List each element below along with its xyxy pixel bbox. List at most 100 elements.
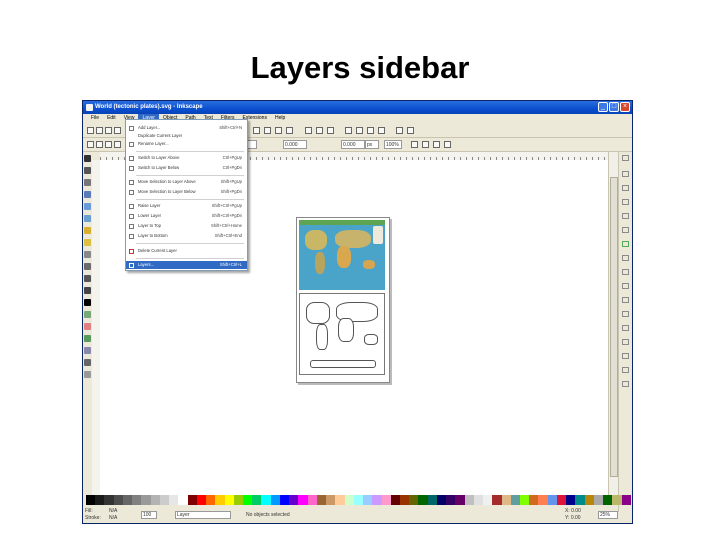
snap-bbox-center-icon[interactable] — [622, 227, 629, 233]
menu-item-switch-layer-below[interactable]: Switch to Layer Below Ctrl+PgDn — [126, 164, 247, 172]
paint-bucket-tool-icon[interactable] — [84, 335, 91, 342]
palette-swatch[interactable] — [159, 495, 170, 505]
align-icon[interactable] — [378, 127, 385, 134]
palette-swatch[interactable] — [473, 495, 484, 505]
menu-item-raise-layer[interactable]: Raise Layer Shift+Ctrl+PgUp — [126, 202, 247, 210]
preferences-icon[interactable] — [396, 127, 403, 134]
snap-toggle-icon[interactable] — [622, 155, 629, 161]
palette-swatch[interactable] — [372, 495, 382, 505]
width-input[interactable]: 0.000 — [341, 140, 365, 149]
palette-swatch[interactable] — [215, 495, 225, 505]
clone-icon[interactable] — [316, 127, 323, 134]
palette-swatch[interactable] — [483, 495, 493, 505]
gradient-tool-icon[interactable] — [84, 347, 91, 354]
palette-swatch[interactable] — [233, 495, 243, 505]
menu-item-duplicate-layer[interactable]: Duplicate Current Layer — [126, 132, 247, 140]
document-properties-icon[interactable] — [407, 127, 414, 134]
menu-item-layer-to-top[interactable]: Layer to Top Shift+Ctrl+Home — [126, 222, 247, 230]
zoom-selection-icon[interactable] — [253, 127, 260, 134]
select-all-layers-icon[interactable] — [96, 141, 103, 148]
selector-tool-icon[interactable] — [84, 155, 91, 162]
maximize-button[interactable]: □ — [609, 102, 619, 112]
spiral-tool-icon[interactable] — [84, 251, 91, 258]
snap-bbox-corner-icon[interactable] — [622, 199, 629, 205]
snap-path-icon[interactable] — [622, 255, 629, 261]
menu-item-lower-layer[interactable]: Lower Layer Shift+Ctrl+PgDn — [126, 212, 247, 220]
snap-cusp-icon[interactable] — [622, 283, 629, 289]
fill-stroke-icon[interactable] — [345, 127, 352, 134]
zoom-field[interactable]: 25% — [598, 511, 618, 519]
palette-swatch[interactable] — [418, 495, 428, 505]
zoom-page-icon[interactable] — [275, 127, 282, 134]
palette-swatch[interactable] — [122, 495, 133, 505]
palette-swatch[interactable] — [242, 495, 253, 505]
menu-file[interactable]: File — [87, 114, 103, 123]
zoom-input[interactable]: 100% — [384, 140, 402, 149]
node-tool-icon[interactable] — [84, 167, 91, 174]
palette-swatch[interactable] — [335, 495, 345, 505]
snap-intersection-icon[interactable] — [622, 269, 629, 275]
snap-bbox-edge-icon[interactable] — [622, 185, 629, 191]
calligraphy-tool-icon[interactable] — [84, 287, 91, 294]
save-icon[interactable] — [105, 127, 112, 134]
zoom-drawing-icon[interactable] — [264, 127, 271, 134]
palette-swatch[interactable] — [575, 495, 585, 505]
pencil-tool-icon[interactable] — [84, 263, 91, 270]
menu-item-rename-layer[interactable]: Rename Layer... — [126, 140, 247, 148]
snap-page-border-icon[interactable] — [622, 353, 629, 359]
palette-swatch[interactable] — [326, 495, 336, 505]
palette-swatch[interactable] — [427, 495, 437, 505]
palette-swatch[interactable] — [547, 495, 557, 505]
palette-swatch[interactable] — [298, 495, 308, 505]
eraser-tool-icon[interactable] — [84, 323, 91, 330]
snap-smooth-icon[interactable] — [622, 297, 629, 303]
palette-swatch[interactable] — [409, 495, 419, 505]
select-all-icon[interactable] — [87, 141, 94, 148]
palette-swatch[interactable] — [141, 495, 151, 505]
opacity-field[interactable]: 100 — [141, 511, 157, 519]
palette-swatch[interactable] — [187, 495, 197, 505]
zoom-width-icon[interactable] — [286, 127, 293, 134]
palette-swatch[interactable] — [492, 495, 502, 505]
palette-swatch[interactable] — [464, 495, 474, 505]
palette-swatch[interactable] — [353, 495, 364, 505]
palette-swatch[interactable] — [316, 495, 327, 505]
palette-swatch[interactable] — [593, 495, 604, 505]
palette-swatch[interactable] — [289, 495, 299, 505]
palette-swatch[interactable] — [381, 495, 391, 505]
palette-swatch[interactable] — [178, 495, 188, 505]
palette-swatch[interactable] — [224, 495, 234, 505]
rectangle-tool-icon[interactable] — [84, 203, 91, 210]
snap-nodes-icon[interactable] — [622, 241, 629, 247]
minimize-button[interactable]: _ — [598, 102, 608, 112]
palette-swatch[interactable] — [538, 495, 548, 505]
palette-swatch[interactable] — [501, 495, 511, 505]
menu-item-layers-dialog[interactable]: Layers... Shift+Ctrl+L — [126, 261, 247, 269]
unit-select[interactable]: px — [365, 140, 379, 149]
palette-swatch[interactable] — [510, 495, 521, 505]
deselect-icon[interactable] — [105, 141, 112, 148]
palette-swatch[interactable] — [279, 495, 290, 505]
palette-swatch[interactable] — [344, 495, 354, 505]
menu-edit[interactable]: Edit — [103, 114, 120, 123]
snap-bbox-midpoint-icon[interactable] — [622, 213, 629, 219]
palette-swatch[interactable] — [86, 495, 96, 505]
snap-guide-icon[interactable] — [622, 381, 629, 387]
palette-swatch[interactable] — [436, 495, 447, 505]
transform-corners-icon[interactable] — [422, 141, 429, 148]
palette-swatch[interactable] — [556, 495, 567, 505]
palette-swatch[interactable] — [455, 495, 465, 505]
star-tool-icon[interactable] — [84, 239, 91, 246]
3d-box-tool-icon[interactable] — [84, 215, 91, 222]
palette-swatch[interactable] — [603, 495, 613, 505]
palette-swatch[interactable] — [399, 495, 410, 505]
palette-swatch[interactable] — [270, 495, 280, 505]
palette-swatch[interactable] — [196, 495, 207, 505]
palette-swatch[interactable] — [252, 495, 262, 505]
transform-stroke-icon[interactable] — [411, 141, 418, 148]
palette-swatch[interactable] — [104, 495, 114, 505]
connector-tool-icon[interactable] — [84, 371, 91, 378]
palette-swatch[interactable] — [113, 495, 123, 505]
text-tool-icon[interactable] — [84, 299, 91, 306]
document-page[interactable] — [296, 217, 390, 383]
